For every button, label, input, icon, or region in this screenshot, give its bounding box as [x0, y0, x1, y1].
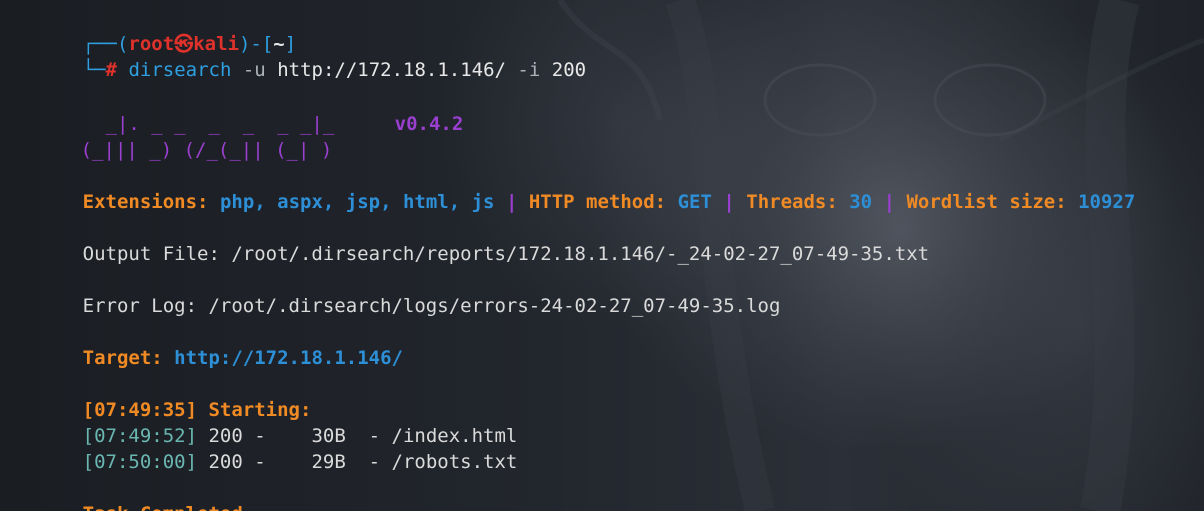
banner-version-line: v0.4.2: [326, 85, 464, 135]
command-name: dirsearch: [128, 59, 232, 81]
banner-version: v0.4.2: [394, 113, 464, 135]
target-url: http://172.18.1.146/: [174, 347, 403, 369]
target-line: Target: http://172.18.1.146/: [14, 319, 403, 369]
error-log-text: Error Log: /root/.dirsearch/logs/errors-…: [82, 295, 781, 317]
result-path: /robots.txt: [391, 451, 518, 473]
config-separator: |: [883, 191, 896, 213]
output-file-text: Output File: /root/.dirsearch/reports/17…: [82, 243, 930, 265]
result-size: 29B: [311, 451, 346, 473]
config-line: Extensions: php, aspx, jsp, html, js | H…: [14, 163, 1136, 213]
method-label: HTTP method:: [528, 191, 667, 213]
command-status-filter: 200: [551, 59, 587, 81]
task-completed-text: Task Completed: [83, 503, 243, 511]
method-value: GET: [677, 191, 712, 213]
threads-value: 30: [849, 191, 873, 213]
wordlist-label: Wordlist size:: [906, 191, 1067, 213]
result-time: [07:50:00]: [82, 451, 198, 473]
config-separator: |: [505, 191, 518, 213]
prompt-corner-bottom: └─: [82, 59, 106, 81]
wordlist-value: 10927: [1078, 191, 1136, 213]
command-flag-i: -i: [517, 59, 541, 81]
target-label: Target:: [82, 347, 163, 369]
command-url: http://172.18.1.146/: [277, 59, 506, 81]
task-completed-line: Task Completed: [14, 475, 243, 511]
command-flag-u: -u: [242, 59, 266, 81]
prompt-hash: #: [105, 59, 117, 81]
config-separator: |: [723, 191, 735, 213]
threads-label: Threads:: [746, 191, 838, 213]
banner-logo-line-2: (_||| _) (/_(_|| (_| ): [12, 111, 333, 161]
starting-line: [07:49:35] Starting:: [14, 371, 312, 421]
extensions-label: Extensions:: [82, 191, 209, 213]
extensions-value: php, aspx, jsp, html, js: [219, 191, 495, 213]
terminal-window[interactable]: ┌──(root㉿kali)-[~] └─# dirsearch -u http…: [0, 0, 1204, 511]
banner-logo-2: (_||| _) (/_(_|| (_| ): [80, 139, 333, 161]
result-status: 200: [208, 451, 243, 473]
command-line[interactable]: └─# dirsearch -u http://172.18.1.146/ -i…: [14, 31, 586, 81]
banner-logo-line-1: _|. _ _ _ _ _ _|_: [14, 85, 335, 135]
result-row: [07:50:00] 200 - 29B - /robots.txt: [82, 451, 518, 473]
prompt-header-line: ┌──(root㉿kali)-[~]: [14, 5, 297, 55]
error-log-line: Error Log: /root/.dirsearch/logs/errors-…: [14, 267, 781, 317]
output-file-line: Output File: /root/.dirsearch/reports/17…: [14, 215, 929, 265]
result-row: [07:49:52] 200 - 30B - /index.html: [82, 425, 518, 447]
